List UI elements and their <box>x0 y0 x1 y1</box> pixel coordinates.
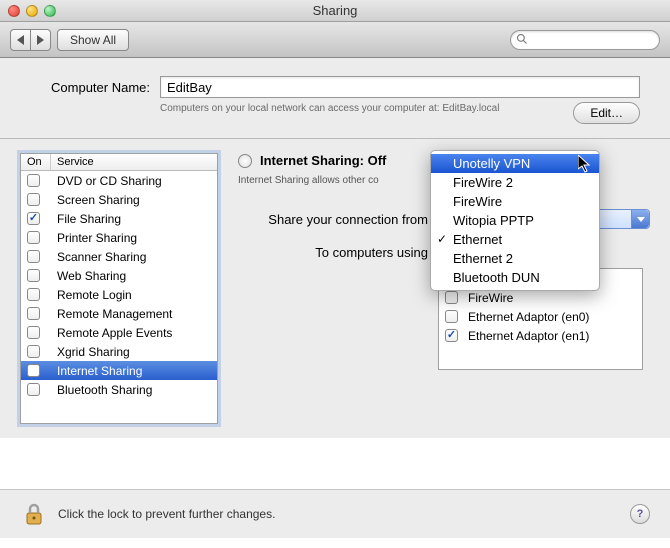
port-row[interactable]: Ethernet Adaptor (en0) <box>439 307 642 326</box>
service-checkbox[interactable] <box>27 212 40 225</box>
port-label: Ethernet Adaptor (en1) <box>468 329 589 343</box>
service-label: Remote Login <box>57 288 132 302</box>
service-row[interactable]: File Sharing <box>21 209 217 228</box>
dropdown-item[interactable]: Unotelly VPN <box>431 154 599 173</box>
share-from-label: Share your connection from <box>238 212 428 227</box>
service-label: Internet Sharing <box>57 364 142 378</box>
dropdown-item[interactable]: Ethernet <box>431 230 599 249</box>
service-label: Bluetooth Sharing <box>57 383 152 397</box>
service-row[interactable]: Internet Sharing <box>21 361 217 380</box>
back-button[interactable] <box>10 29 30 51</box>
main-content: On Service DVD or CD Sharing Screen Shari… <box>0 139 670 438</box>
service-row[interactable]: Bluetooth Sharing <box>21 380 217 399</box>
chevron-right-icon <box>37 35 44 45</box>
footer: Click the lock to prevent further change… <box>0 489 670 538</box>
service-label: Remote Apple Events <box>57 326 172 340</box>
computer-name-input[interactable] <box>160 76 640 98</box>
service-checkbox[interactable] <box>27 345 40 358</box>
status-indicator <box>238 154 252 168</box>
dropdown-item[interactable]: Witopia PPTP <box>431 211 599 230</box>
edit-button[interactable]: Edit… <box>573 102 640 124</box>
chevron-left-icon <box>17 35 24 45</box>
service-checkbox[interactable] <box>27 174 40 187</box>
service-label: Xgrid Sharing <box>57 345 130 359</box>
services-table[interactable]: On Service DVD or CD Sharing Screen Shari… <box>20 153 218 424</box>
service-checkbox[interactable] <box>27 307 40 320</box>
window-title: Sharing <box>0 3 670 18</box>
column-service: Service <box>51 154 217 170</box>
port-checkbox[interactable] <box>445 329 458 342</box>
service-row[interactable]: Scanner Sharing <box>21 247 217 266</box>
search-input[interactable] <box>510 30 660 50</box>
service-label: Screen Sharing <box>57 193 140 207</box>
help-button[interactable]: ? <box>630 504 650 524</box>
service-checkbox[interactable] <box>27 326 40 339</box>
computer-name-label: Computer Name: <box>30 80 150 95</box>
popup-arrows-icon <box>631 210 649 228</box>
service-row[interactable]: Remote Apple Events <box>21 323 217 342</box>
service-checkbox[interactable] <box>27 383 40 396</box>
service-checkbox[interactable] <box>27 364 40 377</box>
dropdown-item[interactable]: FireWire <box>431 192 599 211</box>
show-all-button[interactable]: Show All <box>57 29 129 51</box>
service-row[interactable]: Screen Sharing <box>21 190 217 209</box>
port-row[interactable]: Ethernet Adaptor (en1) <box>439 326 642 345</box>
service-checkbox[interactable] <box>27 288 40 301</box>
service-row[interactable]: Web Sharing <box>21 266 217 285</box>
forward-button[interactable] <box>30 29 51 51</box>
dropdown-item[interactable]: Bluetooth DUN <box>431 268 599 287</box>
titlebar: Sharing <box>0 0 670 22</box>
dropdown-item[interactable]: FireWire 2 <box>431 173 599 192</box>
service-row[interactable]: Printer Sharing <box>21 228 217 247</box>
toolbar: Show All <box>0 22 670 58</box>
column-on: On <box>21 154 51 170</box>
dropdown-item[interactable]: Ethernet 2 <box>431 249 599 268</box>
search-icon <box>516 33 528 45</box>
share-from-dropdown[interactable]: Unotelly VPNFireWire 2FireWireWitopia PP… <box>430 150 600 291</box>
service-checkbox[interactable] <box>27 269 40 282</box>
service-label: Printer Sharing <box>57 231 137 245</box>
port-checkbox[interactable] <box>445 291 458 304</box>
computer-name-hint: Computers on your local network can acce… <box>160 102 561 124</box>
service-label: Scanner Sharing <box>57 250 146 264</box>
port-label: FireWire <box>468 291 513 305</box>
port-label: Ethernet Adaptor (en0) <box>468 310 589 324</box>
lock-icon[interactable] <box>20 500 48 528</box>
service-checkbox[interactable] <box>27 250 40 263</box>
service-row[interactable]: Xgrid Sharing <box>21 342 217 361</box>
lock-text: Click the lock to prevent further change… <box>58 507 275 521</box>
service-checkbox[interactable] <box>27 231 40 244</box>
service-label: Web Sharing <box>57 269 126 283</box>
detail-title: Internet Sharing: Off <box>260 153 386 168</box>
port-checkbox[interactable] <box>445 310 458 323</box>
service-checkbox[interactable] <box>27 193 40 206</box>
service-row[interactable]: DVD or CD Sharing <box>21 171 217 190</box>
to-computers-label: To computers using <box>238 245 428 260</box>
service-label: DVD or CD Sharing <box>57 174 162 188</box>
service-label: Remote Management <box>57 307 172 321</box>
service-row[interactable]: Remote Management <box>21 304 217 323</box>
services-header: On Service <box>21 154 217 171</box>
service-row[interactable]: Remote Login <box>21 285 217 304</box>
computer-name-section: Computer Name: Computers on your local n… <box>0 58 670 139</box>
service-label: File Sharing <box>57 212 121 226</box>
service-detail: Internet Sharing: Off Internet Sharing a… <box>238 153 650 424</box>
